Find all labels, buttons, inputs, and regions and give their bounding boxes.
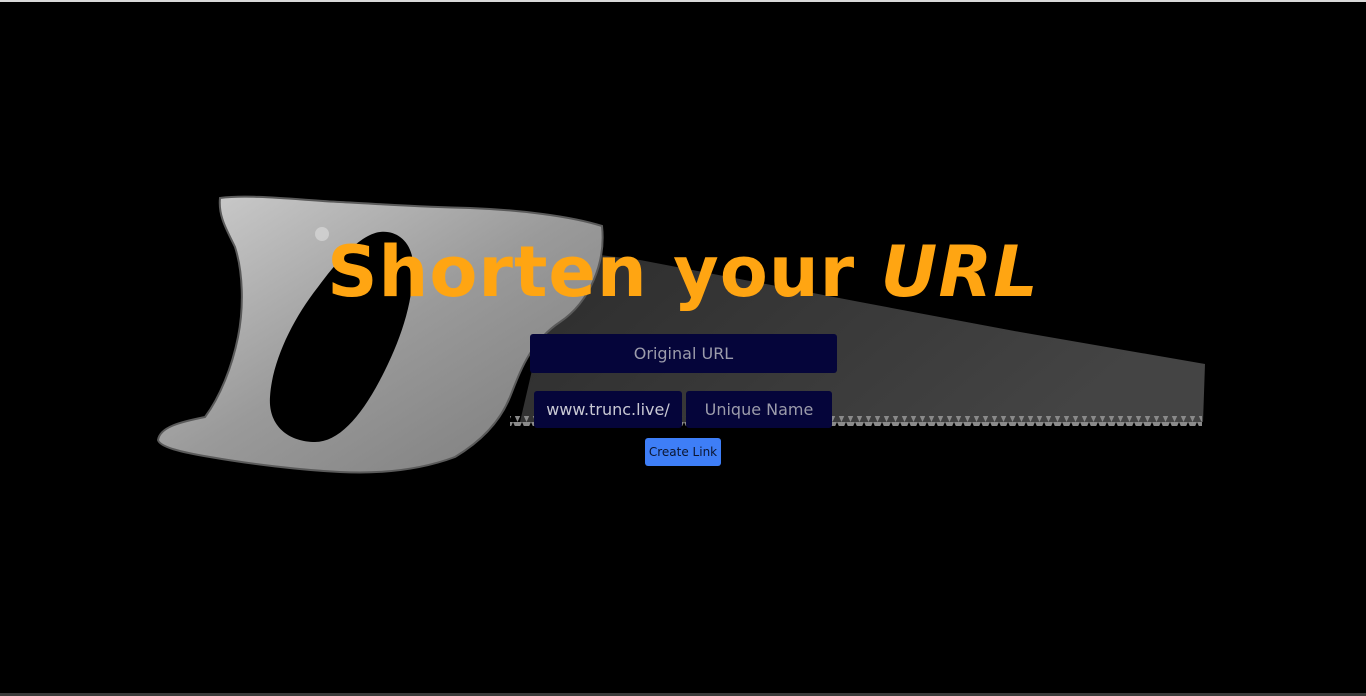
page-title: Shorten your URL <box>0 230 1366 314</box>
create-link-button[interactable]: Create Link <box>645 438 721 466</box>
unique-name-input[interactable] <box>686 391 832 428</box>
title-emphasis-text: URL <box>880 231 1039 313</box>
original-url-input[interactable] <box>530 334 837 373</box>
short-url-prefix: www.trunc.live/ <box>534 391 682 428</box>
title-main-text: Shorten your <box>327 231 881 313</box>
page: Shorten your URL www.trunc.live/ Create … <box>0 0 1366 696</box>
